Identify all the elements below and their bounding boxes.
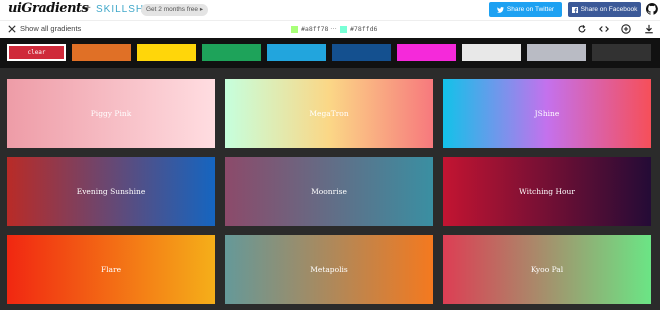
color-separator: … [330,24,337,31]
color-filter-bar: clear [0,38,660,68]
gradient-toolbar: Show all gradients #a8ff78 … #78ffd6 [0,20,660,38]
gradient-name: Moonrise [311,187,347,196]
filter-green-swatch[interactable] [202,44,261,61]
show-all-label: Show all gradients [20,24,82,33]
code-icon[interactable] [599,24,609,34]
color-to-hex: #78ffd6 [350,25,378,33]
filter-yellow-swatch[interactable] [137,44,196,61]
color-from[interactable]: #a8ff78 [291,25,328,33]
share-facebook-button[interactable]: Share on Facebook [568,2,641,17]
gradient-card[interactable]: JShine [443,79,651,148]
filter-orange-swatch[interactable] [72,44,131,61]
color-to[interactable]: #78ffd6 [340,25,377,33]
gradient-name: Witching Hour [519,187,575,196]
filter-blue-swatch[interactable] [332,44,391,61]
facebook-icon [571,6,578,13]
github-icon[interactable] [646,3,658,15]
filter-clear-button[interactable]: clear [7,44,66,61]
gradient-card[interactable]: Kyoo Pal [443,235,651,304]
filter-white-swatch[interactable] [462,44,521,61]
color-to-swatch [340,25,347,33]
show-all-gradients-button[interactable]: Show all gradients [8,24,81,33]
add-icon[interactable] [621,24,631,34]
close-icon [8,24,16,33]
gradient-name: Piggy Pink [90,109,132,118]
color-from-swatch [291,25,298,33]
gradient-card[interactable]: Moonrise [225,157,433,226]
twitter-icon [496,6,504,13]
rotate-icon[interactable] [577,24,587,34]
download-icon[interactable] [644,24,654,34]
plus-sign: + [85,3,91,14]
share-twitter-label: Share on Twitter [506,6,555,13]
gradient-card[interactable]: Flare [7,235,215,304]
gradient-card[interactable]: Metapolis [225,235,433,304]
share-twitter-button[interactable]: Share on Twitter [489,2,562,17]
color-from-hex: #a8ff78 [301,25,329,33]
gradient-card[interactable]: MegaTron [225,79,433,148]
filter-magenta-swatch[interactable] [397,44,456,61]
filter-clear-label: clear [27,49,46,56]
site-logo[interactable]: uiGradients [8,1,89,16]
gradient-grid: Piggy Pink MegaTron JShine Evening Sunsh… [0,68,660,310]
gradient-name: JShine [534,109,560,118]
gradient-card[interactable]: Evening Sunshine [7,157,215,226]
gradient-card[interactable]: Witching Hour [443,157,651,226]
filter-grey-swatch[interactable] [527,44,586,61]
filter-black-swatch[interactable] [592,44,651,61]
share-facebook-label: Share on Facebook [580,6,638,13]
gradient-name: Flare [100,265,122,274]
gradient-name: MegaTron [309,109,349,118]
top-header: uiGradients + SKILLSHARE Get 2 months fr… [0,0,660,20]
gradient-name: Metapolis [310,265,348,274]
gradient-card[interactable]: Piggy Pink [7,79,215,148]
gradient-name: Kyoo Pal [530,265,564,274]
promo-badge[interactable]: Get 2 months free ▸ [141,4,209,16]
filter-cyan-swatch[interactable] [267,44,326,61]
gradient-name: Evening Sunshine [76,187,146,196]
